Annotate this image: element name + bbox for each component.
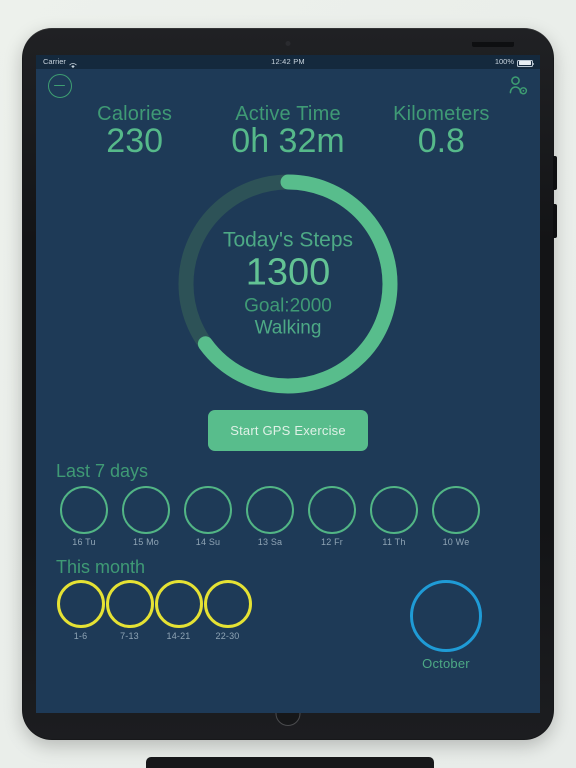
week-ring-icon — [105, 580, 154, 628]
week-label: 14-21 — [166, 631, 191, 641]
day-label: 14 Su — [195, 537, 221, 547]
battery-percent-label: 100% — [494, 57, 514, 66]
stat-value: 0.8 — [417, 122, 465, 160]
week-label: 7-13 — [120, 631, 139, 641]
day-item[interactable]: 11 Th — [366, 486, 422, 547]
week-item[interactable]: 14-21 — [154, 580, 203, 641]
month-weeks-group: 1-6 7-13 14-21 22-30 — [36, 580, 252, 641]
stats-row: Calories 230 Active Time 0h 32m Kilomete… — [36, 101, 540, 161]
week-ring-icon — [203, 580, 252, 628]
day-label: 13 Sa — [257, 537, 283, 547]
last-7-days-row: 16 Tu 15 Mo 14 Su 13 Sa 12 Fr 11 Th 10 W… — [36, 482, 540, 547]
ring-step-count: 1300 — [245, 251, 331, 294]
power-button[interactable] — [472, 42, 514, 47]
last-7-days-title: Last 7 days — [56, 461, 149, 481]
week-label: 22-30 — [215, 631, 240, 641]
user-settings-icon[interactable] — [506, 74, 530, 98]
week-ring-icon — [56, 580, 105, 628]
day-label: 16 Tu — [72, 537, 96, 547]
week-ring-icon — [154, 580, 203, 628]
day-ring-icon — [122, 486, 170, 534]
day-ring-icon — [370, 486, 418, 534]
gps-button-row: Start GPS Exercise — [36, 410, 540, 451]
screenshot-stage: Carrier 12:42 PM 100% Calories 230 Activ… — [0, 0, 576, 768]
ring-goal: Goal:2000 — [244, 295, 332, 317]
ring-activity-mode: Walking — [254, 317, 322, 339]
ring-center-text: Today's Steps 1300 Goal:2000 Walking — [170, 229, 406, 340]
battery-icon — [517, 59, 535, 67]
status-bar: Carrier 12:42 PM 100% — [36, 55, 540, 69]
day-item[interactable]: 12 Fr — [304, 486, 360, 547]
day-ring-icon — [184, 486, 232, 534]
month-label: October — [422, 656, 470, 671]
stat-value: 0h 32m — [231, 122, 345, 160]
day-item[interactable]: 16 Tu — [56, 486, 112, 547]
stat-kilometers: Kilometers 0.8 — [365, 103, 518, 161]
day-ring-icon — [60, 486, 108, 534]
day-item[interactable]: 10 We — [428, 486, 484, 547]
day-ring-icon — [432, 486, 480, 534]
week-item[interactable]: 22-30 — [203, 580, 252, 641]
volume-up-button[interactable] — [553, 156, 557, 190]
day-item[interactable]: 14 Su — [180, 486, 236, 547]
bottom-edge-strip — [146, 757, 434, 768]
day-label: 11 Th — [382, 537, 406, 547]
status-bar-right: 100% — [494, 55, 535, 69]
day-ring-icon — [308, 486, 356, 534]
stat-calories: Calories 230 — [58, 103, 211, 161]
app-header — [36, 69, 540, 101]
stat-value: 230 — [106, 122, 164, 160]
day-label: 10 We — [442, 537, 470, 547]
week-item[interactable]: 1-6 — [56, 580, 105, 641]
this-month-row: 1-6 7-13 14-21 22-30 October — [36, 578, 540, 671]
day-ring-icon — [246, 486, 294, 534]
month-summary-item[interactable]: October — [410, 580, 540, 671]
device-screen: Carrier 12:42 PM 100% Calories 230 Activ… — [36, 55, 540, 713]
ring-title: Today's Steps — [222, 228, 354, 252]
day-item[interactable]: 13 Sa — [242, 486, 298, 547]
month-ring-icon — [410, 580, 482, 652]
stat-active-time: Active Time 0h 32m — [211, 103, 364, 161]
week-item[interactable]: 7-13 — [105, 580, 154, 641]
this-month-title: This month — [56, 557, 146, 577]
ipad-device-frame: Carrier 12:42 PM 100% Calories 230 Activ… — [22, 28, 557, 740]
day-label: 15 Mo — [132, 537, 159, 547]
status-bar-time: 12:42 PM — [271, 57, 305, 66]
day-item[interactable]: 15 Mo — [118, 486, 174, 547]
menu-circle-icon[interactable] — [48, 74, 72, 98]
week-label: 1-6 — [73, 631, 88, 641]
volume-down-button[interactable] — [553, 204, 557, 238]
day-label: 12 Fr — [320, 537, 343, 547]
steps-progress-ring[interactable]: Today's Steps 1300 Goal:2000 Walking — [170, 166, 406, 402]
start-gps-exercise-button[interactable]: Start GPS Exercise — [208, 410, 368, 451]
front-camera — [285, 41, 291, 46]
